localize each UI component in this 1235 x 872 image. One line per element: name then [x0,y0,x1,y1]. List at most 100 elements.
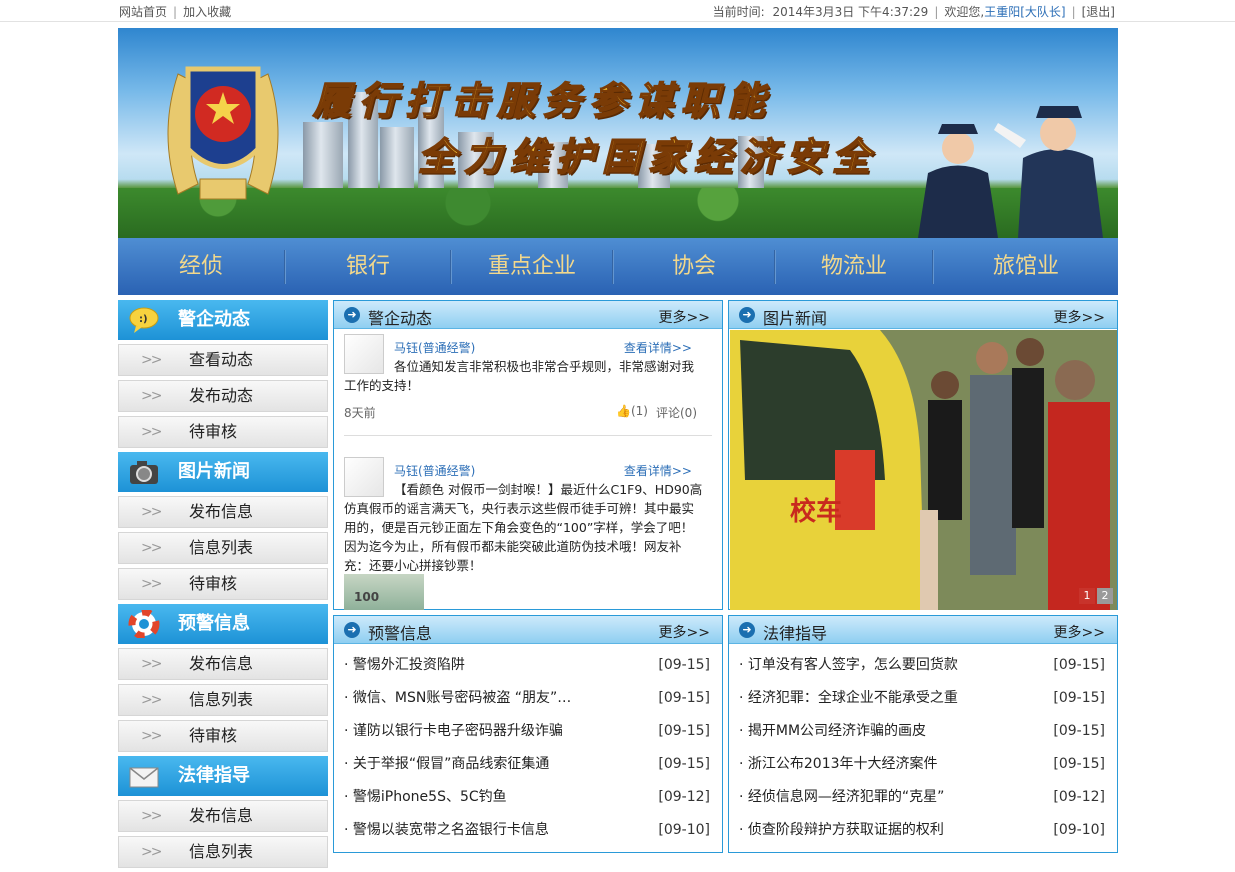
sidebar-section-warnings[interactable]: 预警信息 [118,604,328,644]
item-title: · 微信、MSN账号密码被盗 “朋友”… [344,690,572,706]
sidebar-title: 预警信息 [178,613,250,634]
sidebar-item-law-list[interactable]: >> 信息列表 [118,836,328,868]
comment-link[interactable]: 评论(0) [656,404,697,421]
camera-icon [130,461,158,484]
list-item[interactable]: · 警惕iPhone5S、5C钓鱼 [09-12] [334,781,722,814]
nav-key-enterprises[interactable]: 重点企业 [452,238,612,295]
current-time: 2014年3月3日 下午4:37:29 [772,5,929,19]
photo-pager: 12 [1077,584,1113,604]
sidebar-section-photo-news[interactable]: 图片新闻 [118,452,328,492]
sidebar-item-label: 查看动态 [189,350,254,369]
sidebar-item-label: 信息列表 [189,538,254,557]
envelope-icon [129,767,159,788]
double-chevron-icon: >> [141,692,163,708]
list-item[interactable]: · 警惕以装宽带之名盗银行卡信息 [09-10] [334,814,722,847]
sidebar-item-label: 待审核 [189,574,238,593]
sidebar-item-post-photo[interactable]: >> 发布信息 [118,496,328,528]
user-link[interactable]: 王重阳[大队长] [984,5,1065,19]
home-link[interactable]: 网站首页 [119,5,167,19]
list-item[interactable]: · 谨防以银行卡电子密码器升级诈骗 [09-15] [334,715,722,748]
list-item[interactable]: · 关于举报“假冒”商品线索征集通 [09-15] [334,748,722,781]
sidebar-section-law[interactable]: 法律指导 [118,756,328,796]
pager-page-1[interactable]: 1 [1079,588,1095,604]
sidebar-item-view-dynamics[interactable]: >> 查看动态 [118,344,328,376]
list-item[interactable]: · 浙江公布2013年十大经济案件 [09-15] [729,748,1117,781]
list-item[interactable]: · 侦查阶段辩护方获取证据的权利 [09-10] [729,814,1117,847]
sidebar-title: 警企动态 [178,309,250,330]
item-date: [09-10] [1053,822,1105,838]
panel-header: ➜ 预警信息 更多>> [334,616,722,644]
item-date: [09-15] [658,723,710,739]
list-item[interactable]: · 订单没有客人签字，怎么要回货款 [09-15] [729,649,1117,682]
panel-header: ➜ 警企动态 更多>> [334,301,722,329]
nav-association[interactable]: 协会 [614,238,774,295]
item-title: · 浙江公布2013年十大经济案件 [739,756,938,772]
panel-warnings: ➜ 预警信息 更多>> · 警惕外汇投资陷阱 [09-15] · 微信、MSN账号… [333,615,723,853]
banknote-thumbnail[interactable]: 100 [344,574,424,610]
item-date: [09-15] [658,756,710,772]
police-emblem-icon [167,66,279,200]
item-date: [09-15] [1053,756,1105,772]
list-item[interactable]: · 经侦信息网—经济犯罪的“克星” [09-12] [729,781,1117,814]
view-details-link[interactable]: 查看详情>> [624,339,692,356]
item-title: · 警惕iPhone5S、5C钓鱼 [344,789,507,805]
item-title: · 订单没有客人签字，怎么要回货款 [739,657,958,673]
list-item[interactable]: · 微信、MSN账号密码被盗 “朋友”… [09-15] [334,682,722,715]
top-links: 网站首页 | 加入收藏 [119,5,232,19]
pager-page-2[interactable]: 2 [1097,588,1113,604]
sidebar-item-post-warning[interactable]: >> 发布信息 [118,648,328,680]
list-item[interactable]: · 警惕外汇投资陷阱 [09-15] [334,649,722,682]
photo-news-image[interactable]: 校车 12 [730,330,1117,610]
item-title: · 揭开MM公司经济诈骗的画皮 [739,723,927,739]
list-item[interactable]: · 经济犯罪：全球企业不能承受之重 [09-15] [729,682,1117,715]
sidebar-item-photo-list[interactable]: >> 信息列表 [118,532,328,564]
warning-list: · 警惕外汇投资陷阱 [09-15] · 微信、MSN账号密码被盗 “朋友”… [0… [334,649,722,847]
more-link[interactable]: 更多>> [659,307,710,327]
main-nav: 经侦 银行 重点企业 协会 物流业 旅馆业 [118,238,1118,295]
sidebar-item-label: 发布信息 [189,654,254,673]
double-chevron-icon: >> [141,388,163,404]
time-label: 当前时间: [712,5,765,19]
post-author[interactable]: 马钰(普通经警) [394,339,475,356]
sidebar-item-post-dynamics[interactable]: >> 发布动态 [118,380,328,412]
post-text: 各位通知发言非常积极也非常合乎规则，非常感谢对我工作的支持！ [344,359,695,393]
item-date: [09-15] [1053,690,1105,706]
double-chevron-icon: >> [141,808,163,824]
nav-bank[interactable]: 银行 [286,238,450,295]
item-date: [09-10] [658,822,710,838]
post-text: 【看颜色 对假币一剑封喉！】最近什么C1F9、HD90高仿真假币的谣言满天飞，央… [344,482,703,573]
double-chevron-icon: >> [141,844,163,860]
post-author[interactable]: 马钰(普通经警) [394,462,475,479]
panel-title: 图片新闻 [763,309,828,328]
sidebar-item-label: 发布动态 [189,386,254,405]
more-link[interactable]: 更多>> [1054,307,1105,327]
bookmark-link[interactable]: 加入收藏 [183,5,231,19]
sidebar-title: 法律指导 [178,765,250,786]
school-bus-scene: 校车 [730,330,1117,610]
list-item[interactable]: · 揭开MM公司经济诈骗的画皮 [09-15] [729,715,1117,748]
view-details-link[interactable]: 查看详情>> [624,462,692,479]
sidebar-item-label: 信息列表 [189,690,254,709]
like-button[interactable]: 👍(1) [616,404,648,418]
sidebar-item-label: 待审核 [189,422,238,441]
item-date: [09-15] [658,690,710,706]
sidebar-item-dynamics-pending[interactable]: >> 待审核 [118,416,328,448]
nav-logistics[interactable]: 物流业 [776,238,932,295]
more-link[interactable]: 更多>> [659,622,710,642]
sidebar-item-post-law[interactable]: >> 发布信息 [118,800,328,832]
banner-slogan-2: 全力维护国家经济安全 [417,133,879,180]
arrow-right-icon: ➜ [344,307,360,323]
more-link[interactable]: 更多>> [1054,622,1105,642]
panel-photo-news: ➜ 图片新闻 更多>> 校车 12 [728,300,1118,610]
sidebar-item-warning-list[interactable]: >> 信息列表 [118,684,328,716]
sidebar-section-dynamics[interactable]: :) 警企动态 [118,300,328,340]
law-list: · 订单没有客人签字，怎么要回货款 [09-15] · 经济犯罪：全球企业不能承受… [729,649,1117,847]
top-bar: 网站首页 | 加入收藏 当前时间: 2014年3月3日 下午4:37:29 | 欢迎您,… [0,0,1235,22]
nav-economic-investigation[interactable]: 经侦 [118,238,284,295]
sidebar-item-photo-pending[interactable]: >> 待审核 [118,568,328,600]
nav-hotels[interactable]: 旅馆业 [934,238,1118,295]
sidebar-item-warning-pending[interactable]: >> 待审核 [118,720,328,752]
item-title: · 谨防以银行卡电子密码器升级诈骗 [344,723,563,739]
logout-link[interactable]: [退出] [1082,5,1115,19]
double-chevron-icon: >> [141,656,163,672]
